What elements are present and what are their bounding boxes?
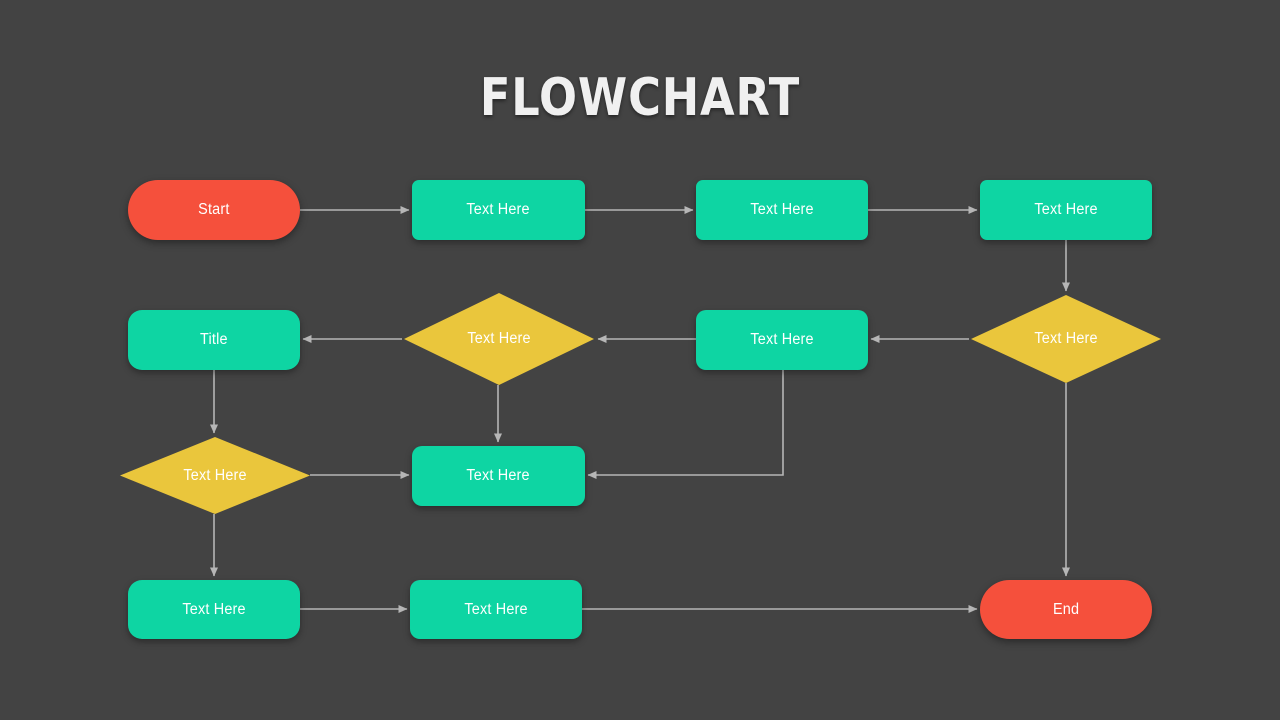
node-text-2[interactable]: Text Here — [696, 180, 868, 240]
node-end-label: End — [1052, 600, 1080, 618]
node-title[interactable]: Title — [128, 310, 300, 370]
flowchart-canvas: FLOWCHART Start Text Here Text Here Text… — [0, 0, 1280, 720]
node-text-7[interactable]: Text Here — [410, 580, 582, 639]
node-text-5-label: Text Here — [466, 467, 531, 484]
node-text-4-label: Text Here — [750, 331, 814, 348]
node-text-7-label: Text Here — [464, 600, 528, 618]
node-decision-middle[interactable]: Text Here — [404, 293, 594, 385]
edge-text4-elbow-to-center — [587, 370, 784, 479]
node-text-1[interactable]: Text Here — [412, 180, 585, 240]
node-text-3[interactable]: Text Here — [980, 180, 1152, 240]
node-decision-middle-label: Text Here — [467, 330, 531, 347]
node-decision-left[interactable]: Text Here — [120, 437, 310, 514]
node-start-label: Start — [198, 201, 230, 218]
node-decision-right-label: Text Here — [1034, 330, 1098, 347]
node-decision-right[interactable]: Text Here — [971, 295, 1161, 383]
node-text-6[interactable]: Text Here — [128, 580, 300, 639]
node-decision-left-label: Text Here — [183, 466, 247, 484]
node-text-3-label: Text Here — [1034, 201, 1098, 218]
node-end[interactable]: End — [980, 580, 1152, 639]
node-text-5[interactable]: Text Here — [412, 446, 585, 506]
node-text-6-label: Text Here — [182, 600, 246, 618]
node-text-1-label: Text Here — [466, 201, 531, 218]
page-title: FLOWCHART — [479, 68, 801, 128]
node-title-label: Title — [200, 331, 228, 348]
node-text-4[interactable]: Text Here — [696, 310, 868, 370]
node-text-2-label: Text Here — [750, 201, 814, 218]
node-start[interactable]: Start — [128, 180, 300, 240]
